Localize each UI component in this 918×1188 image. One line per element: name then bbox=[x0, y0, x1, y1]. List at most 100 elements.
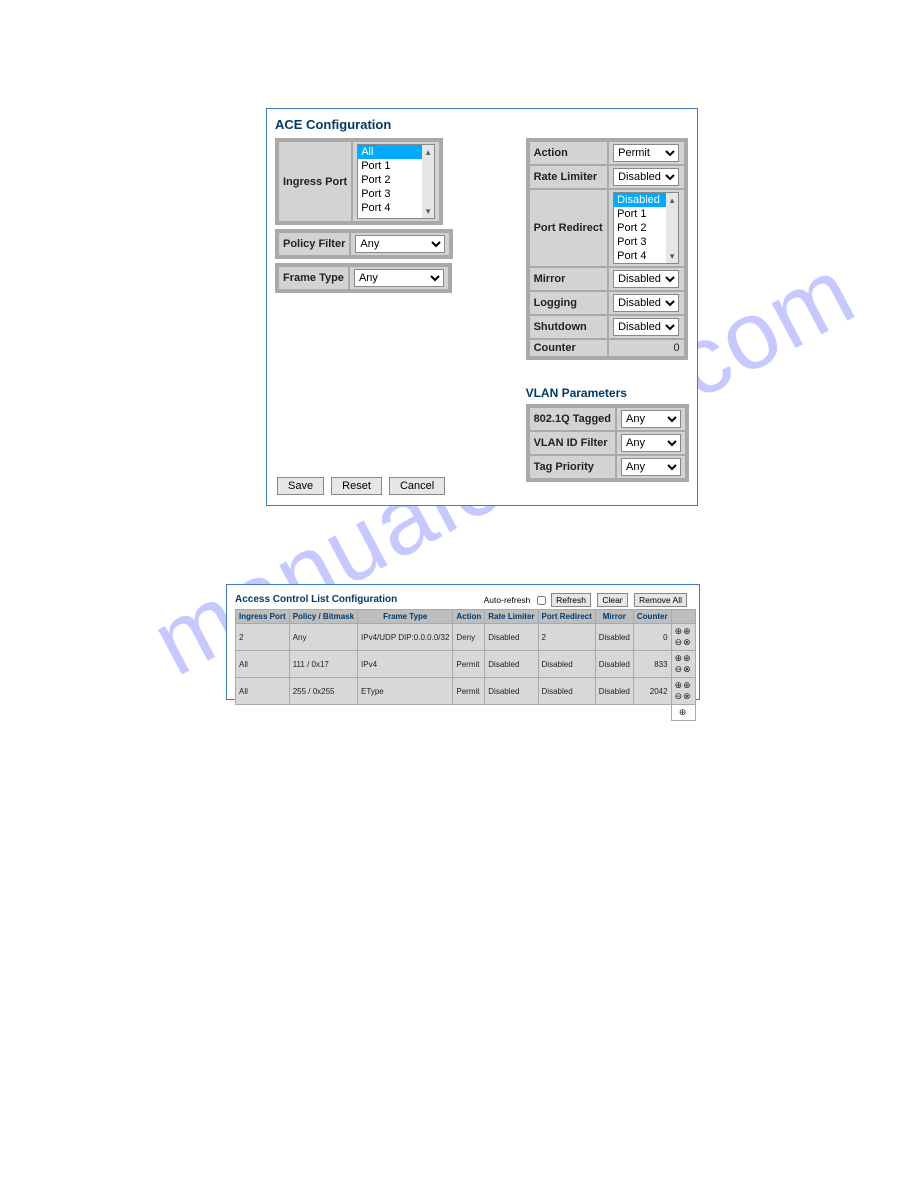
save-button[interactable]: Save bbox=[277, 477, 324, 495]
ingress-port-scrollbar[interactable]: ▴▾ bbox=[422, 145, 434, 218]
add-row-icon[interactable]: ⊕ bbox=[671, 705, 695, 721]
acl-panel: Access Control List Configuration Auto-r… bbox=[226, 584, 700, 700]
scroll-down-icon[interactable]: ▾ bbox=[670, 249, 675, 263]
shutdown-label: Shutdown bbox=[529, 315, 609, 339]
acl-table: Ingress Port Policy / Bitmask Frame Type… bbox=[235, 609, 696, 721]
cell-mirror: Disabled bbox=[595, 651, 633, 678]
acl-col-mirror: Mirror bbox=[595, 610, 633, 624]
row-actions-icon[interactable]: ⊕⊕ ⊖⊗ bbox=[671, 678, 695, 705]
tag-priority-select[interactable]: Any bbox=[621, 458, 681, 476]
acl-col-actions bbox=[671, 610, 695, 624]
ace-button-row: Save Reset Cancel bbox=[277, 477, 449, 495]
table-row: All 255 / 0x255 EType Permit Disabled Di… bbox=[236, 678, 696, 705]
auto-refresh-checkbox[interactable] bbox=[537, 596, 546, 605]
row-actions-icon[interactable]: ⊕⊕ ⊖⊗ bbox=[671, 651, 695, 678]
cell-rate: Disabled bbox=[485, 624, 538, 651]
table-row: All 111 / 0x17 IPv4 Permit Disabled Disa… bbox=[236, 651, 696, 678]
acl-col-rate: Rate Limiter bbox=[485, 610, 538, 624]
tag-priority-label: Tag Priority bbox=[529, 455, 616, 479]
row-actions-icon[interactable]: ⊕⊕ ⊖⊗ bbox=[671, 624, 695, 651]
ingress-port-label: Ingress Port bbox=[278, 141, 352, 222]
logging-select[interactable]: Disabled bbox=[613, 294, 679, 312]
rate-limiter-label: Rate Limiter bbox=[529, 165, 609, 189]
ace-title: ACE Configuration bbox=[275, 117, 689, 132]
ingress-port-table: Ingress Port All Port 1 Port 2 Port 3 Po… bbox=[275, 138, 443, 225]
acl-col-policy: Policy / Bitmask bbox=[289, 610, 357, 624]
cell-redirect: 2 bbox=[538, 624, 595, 651]
cell-frame: IPv4 bbox=[358, 651, 453, 678]
vlan-id-filter-select[interactable]: Any bbox=[621, 434, 681, 452]
action-label: Action bbox=[529, 141, 609, 165]
counter-label: Counter bbox=[529, 339, 609, 357]
mirror-label: Mirror bbox=[529, 267, 609, 291]
cell-port: All bbox=[236, 678, 290, 705]
cell-frame: EType bbox=[358, 678, 453, 705]
cell-policy: Any bbox=[289, 624, 357, 651]
logging-label: Logging bbox=[529, 291, 609, 315]
port-redirect-scrollbar[interactable]: ▴▾ bbox=[666, 193, 678, 263]
acl-col-frame: Frame Type bbox=[358, 610, 453, 624]
scroll-up-icon[interactable]: ▴ bbox=[670, 193, 675, 207]
shutdown-select[interactable]: Disabled bbox=[613, 318, 679, 336]
port-redirect-cell: Disabled Port 1 Port 2 Port 3 Port 4 ▴▾ bbox=[608, 189, 684, 267]
tagged-select[interactable]: Any bbox=[621, 410, 681, 428]
cell-mirror: Disabled bbox=[595, 678, 633, 705]
scroll-down-icon[interactable]: ▾ bbox=[426, 204, 431, 218]
cell-frame: IPv4/UDP DIP:0.0.0.0/32 bbox=[358, 624, 453, 651]
cell-rate: Disabled bbox=[485, 651, 538, 678]
policy-filter-select[interactable]: Any bbox=[355, 235, 445, 253]
vlan-table: 802.1Q Tagged Any VLAN ID Filter Any Tag… bbox=[526, 404, 689, 482]
table-row: 2 Any IPv4/UDP DIP:0.0.0.0/32 Deny Disab… bbox=[236, 624, 696, 651]
reset-button[interactable]: Reset bbox=[331, 477, 382, 495]
clear-button[interactable]: Clear bbox=[597, 593, 627, 607]
cell-policy: 255 / 0x255 bbox=[289, 678, 357, 705]
vlan-title: VLAN Parameters bbox=[526, 386, 689, 400]
cell-mirror: Disabled bbox=[595, 624, 633, 651]
acl-title: Access Control List Configuration bbox=[235, 594, 397, 605]
tagged-label: 802.1Q Tagged bbox=[529, 407, 616, 431]
cell-action: Permit bbox=[453, 651, 485, 678]
cancel-button[interactable]: Cancel bbox=[389, 477, 445, 495]
action-cell: Permit bbox=[608, 141, 684, 165]
rate-limiter-cell: Disabled bbox=[608, 165, 684, 189]
vlan-id-filter-cell: Any bbox=[616, 431, 686, 455]
cell-action: Permit bbox=[453, 678, 485, 705]
policy-filter-cell: Any bbox=[350, 232, 450, 256]
ingress-port-cell: All Port 1 Port 2 Port 3 Port 4 ▴▾ bbox=[352, 141, 440, 222]
cell-redirect: Disabled bbox=[538, 651, 595, 678]
tag-priority-cell: Any bbox=[616, 455, 686, 479]
action-select[interactable]: Permit bbox=[613, 144, 679, 162]
acl-col-port: Ingress Port bbox=[236, 610, 290, 624]
refresh-button[interactable]: Refresh bbox=[551, 593, 591, 607]
ace-config-panel: ACE Configuration Ingress Port All Port … bbox=[266, 108, 698, 506]
scroll-up-icon[interactable]: ▴ bbox=[426, 145, 431, 159]
ace-left-column: Ingress Port All Port 1 Port 2 Port 3 Po… bbox=[275, 138, 453, 297]
mirror-cell: Disabled bbox=[608, 267, 684, 291]
acl-col-action: Action bbox=[453, 610, 485, 624]
frame-type-label: Frame Type bbox=[278, 266, 349, 290]
ace-right-table: Action Permit Rate Limiter Disabled Port… bbox=[526, 138, 688, 360]
counter-value: 0 bbox=[608, 339, 684, 357]
cell-action: Deny bbox=[453, 624, 485, 651]
table-row-add: ⊕ bbox=[236, 705, 696, 721]
port-redirect-listbox[interactable]: Disabled Port 1 Port 2 Port 3 Port 4 ▴▾ bbox=[613, 192, 679, 264]
port-redirect-label: Port Redirect bbox=[529, 189, 609, 267]
policy-filter-table: Policy Filter Any bbox=[275, 229, 453, 259]
acl-col-counter: Counter bbox=[633, 610, 671, 624]
logging-cell: Disabled bbox=[608, 291, 684, 315]
policy-filter-label: Policy Filter bbox=[278, 232, 350, 256]
acl-col-redirect: Port Redirect bbox=[538, 610, 595, 624]
ace-right-column: Action Permit Rate Limiter Disabled Port… bbox=[526, 138, 689, 482]
tagged-cell: Any bbox=[616, 407, 686, 431]
acl-header-row: Ingress Port Policy / Bitmask Frame Type… bbox=[236, 610, 696, 624]
ingress-port-listbox[interactable]: All Port 1 Port 2 Port 3 Port 4 ▴▾ bbox=[357, 144, 435, 219]
remove-all-button[interactable]: Remove All bbox=[634, 593, 687, 607]
cell-counter: 833 bbox=[633, 651, 671, 678]
cell-redirect: Disabled bbox=[538, 678, 595, 705]
cell-port: All bbox=[236, 651, 290, 678]
vlan-id-filter-label: VLAN ID Filter bbox=[529, 431, 616, 455]
frame-type-cell: Any bbox=[349, 266, 449, 290]
rate-limiter-select[interactable]: Disabled bbox=[613, 168, 679, 186]
frame-type-select[interactable]: Any bbox=[354, 269, 444, 287]
mirror-select[interactable]: Disabled bbox=[613, 270, 679, 288]
